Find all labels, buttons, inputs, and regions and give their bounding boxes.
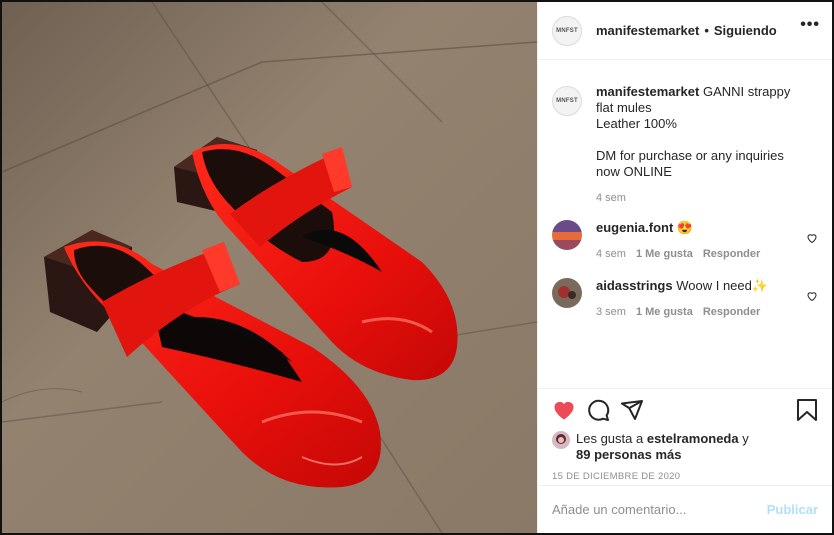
- shoes-photo: [2, 2, 537, 533]
- heart-outline-icon[interactable]: [806, 290, 818, 302]
- comment-input[interactable]: [552, 502, 767, 517]
- caption-time[interactable]: 4 sem: [596, 192, 626, 204]
- author-avatar[interactable]: MNFST: [552, 15, 582, 46]
- post-modal: MNFST manifestemarket • Siguiendo ••• MN…: [0, 0, 834, 535]
- comment-text: Woow I need✨: [676, 278, 769, 293]
- heart-filled-icon[interactable]: [552, 398, 576, 422]
- following-button[interactable]: Siguiendo: [714, 23, 777, 38]
- comment-username[interactable]: eugenia.font: [596, 220, 673, 235]
- post-actions: Les gusta a estelramoneda y 89 personas …: [538, 388, 832, 482]
- comment-time[interactable]: 4 sem: [596, 248, 626, 260]
- separator-dot: •: [704, 23, 709, 38]
- caption-line: now ONLINE: [596, 164, 672, 179]
- comment-icon[interactable]: [586, 398, 610, 422]
- likes-prefix: Les gusta a: [576, 431, 644, 446]
- caption-avatar[interactable]: MNFST: [552, 86, 582, 116]
- commenter-avatar[interactable]: [552, 220, 582, 250]
- bookmark-icon[interactable]: [796, 398, 818, 422]
- post-header: MNFST manifestemarket • Siguiendo •••: [538, 2, 832, 60]
- comment: aidasstrings Woow I need✨ 3 sem 1 Me gus…: [552, 278, 818, 318]
- likes-conj: y: [742, 431, 749, 446]
- caption-line: GANNI strappy: [702, 84, 791, 99]
- comment-time[interactable]: 3 sem: [596, 306, 626, 318]
- comment-likes[interactable]: 1 Me gusta: [636, 248, 693, 260]
- caption: MNFST manifestemarket GANNI strappy flat…: [552, 84, 818, 204]
- comment-username[interactable]: aidasstrings: [596, 278, 673, 293]
- author-username[interactable]: manifestemarket: [596, 23, 699, 38]
- caption-meta: 4 sem: [596, 192, 796, 204]
- action-icons: [552, 389, 818, 431]
- likes-others[interactable]: 89 personas más: [576, 447, 682, 462]
- caption-line: DM for purchase or any inquiries: [596, 148, 784, 163]
- comment-meta: 4 sem 1 Me gusta Responder: [596, 248, 796, 260]
- heart-outline-icon[interactable]: [806, 232, 818, 244]
- post-sidebar: MNFST manifestemarket • Siguiendo ••• MN…: [537, 2, 832, 533]
- add-comment-bar: Publicar: [538, 485, 832, 533]
- comment-likes[interactable]: 1 Me gusta: [636, 306, 693, 318]
- commenter-avatar[interactable]: [552, 278, 582, 308]
- caption-line: flat mules: [596, 100, 652, 115]
- more-options-icon[interactable]: •••: [800, 17, 820, 33]
- comments-section: MNFST manifestemarket GANNI strappy flat…: [552, 72, 818, 318]
- caption-username[interactable]: manifestemarket: [596, 84, 699, 99]
- caption-line: Leather 100%: [596, 116, 677, 131]
- post-date[interactable]: 15 DE DICIEMBRE DE 2020: [552, 471, 818, 482]
- reply-button[interactable]: Responder: [703, 306, 760, 318]
- liker-username[interactable]: estelramoneda: [647, 431, 739, 446]
- share-icon[interactable]: [620, 398, 644, 422]
- reply-button[interactable]: Responder: [703, 248, 760, 260]
- likes-summary: Les gusta a estelramoneda y 89 personas …: [552, 431, 818, 463]
- publish-button[interactable]: Publicar: [767, 502, 818, 517]
- comment-meta: 3 sem 1 Me gusta Responder: [596, 306, 796, 318]
- caption-text: manifestemarket GANNI strappy flat mules…: [596, 84, 796, 180]
- liker-avatar[interactable]: [552, 431, 570, 449]
- post-photo[interactable]: [2, 2, 537, 533]
- comment: eugenia.font 😍 4 sem 1 Me gusta Responde…: [552, 220, 818, 260]
- comment-text: 😍: [676, 220, 694, 235]
